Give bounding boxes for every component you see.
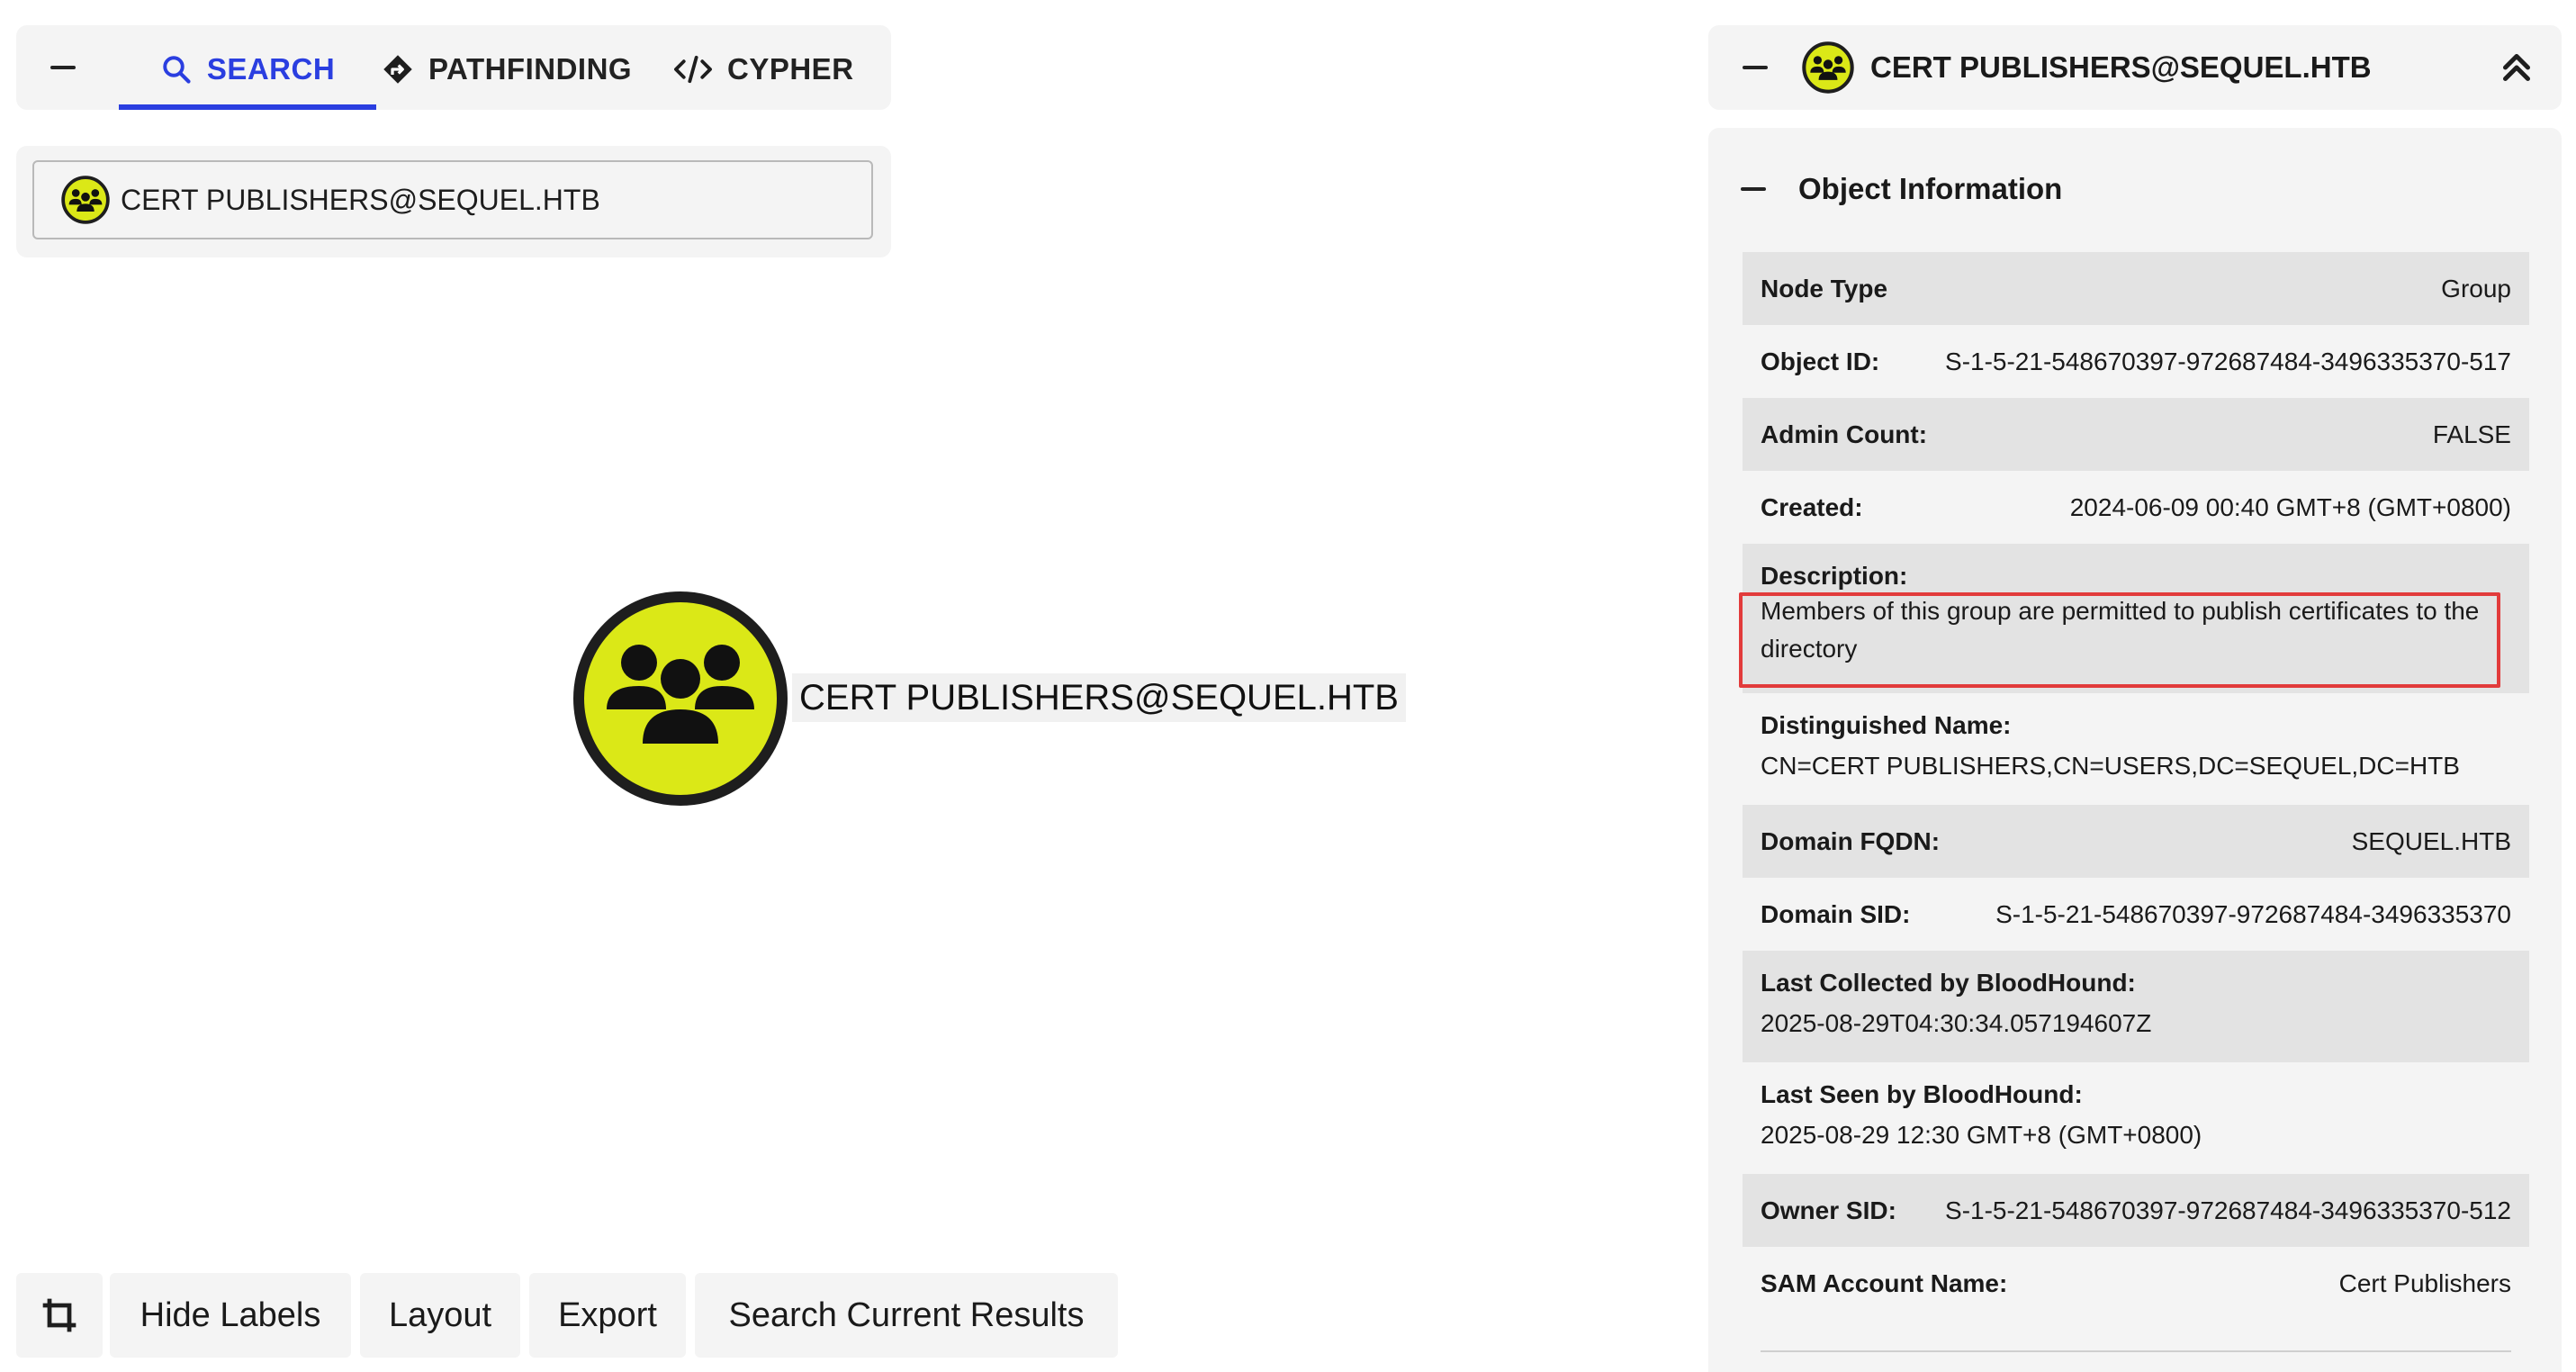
divider <box>1761 1350 2511 1352</box>
tab-pathfinding[interactable]: PATHFINDING <box>378 25 639 110</box>
property-row-node-type: Node Type Group <box>1743 252 2529 325</box>
property-value: Cert Publishers <box>2338 1268 2511 1297</box>
chevron-double-up-icon[interactable] <box>2493 45 2540 90</box>
crop-icon <box>42 1298 77 1332</box>
crop-button[interactable] <box>16 1273 103 1358</box>
group-icon <box>1802 41 1854 94</box>
export-button[interactable]: Export <box>529 1273 686 1358</box>
property-key: Object ID: <box>1761 347 1880 375</box>
graph-node-group[interactable] <box>572 591 788 807</box>
minus-icon <box>50 66 76 69</box>
object-information-heading: Object Information <box>1798 172 2063 205</box>
property-row-created: Created: 2024-06-09 00:40 GMT+8 (GMT+080… <box>1743 471 2529 544</box>
property-row-sam-account-name: SAM Account Name: Cert Publishers <box>1743 1247 2529 1320</box>
group-icon <box>61 176 110 224</box>
property-row-last-seen: Last Seen by BloodHound: 2025-08-29 12:3… <box>1743 1062 2529 1174</box>
property-value: 2024-06-09 00:40 GMT+8 (GMT+0800) <box>2069 492 2511 521</box>
property-list: Node Type Group Object ID: S-1-5-21-5486… <box>1743 252 2529 1320</box>
search-icon <box>163 56 191 84</box>
property-row-distinguished-name: Distinguished Name: CN=CERT PUBLISHERS,C… <box>1743 693 2529 805</box>
tab-search[interactable]: SEARCH <box>119 25 376 110</box>
property-row-admin-count: Admin Count: FALSE <box>1743 398 2529 471</box>
property-value: Group <box>2441 274 2511 302</box>
tab-pathfinding-label: PATHFINDING <box>428 52 633 86</box>
property-key: Domain FQDN: <box>1761 826 1941 855</box>
diamond-directions-icon <box>383 55 412 84</box>
property-key: Node Type <box>1761 274 1888 302</box>
tab-search-label: SEARCH <box>206 52 336 86</box>
property-value: 2025-08-29 12:30 GMT+8 (GMT+0800) <box>1761 1121 2202 1149</box>
property-value: SEQUEL.HTB <box>2351 826 2511 855</box>
property-key: Owner SID: <box>1761 1196 1896 1224</box>
property-key: Domain SID: <box>1761 899 1911 928</box>
collapse-entity-panel-button[interactable] <box>1726 25 1784 110</box>
description-highlight-box <box>1739 592 2500 688</box>
property-key: Last Collected by BloodHound: <box>1761 969 2136 997</box>
property-key: SAM Account Name: <box>1761 1268 2008 1297</box>
search-input-value: CERT PUBLISHERS@SEQUEL.HTB <box>121 183 600 216</box>
property-key: Admin Count: <box>1761 420 1928 448</box>
collapse-search-panel-button[interactable] <box>27 25 99 110</box>
collapse-object-information-button[interactable] <box>1734 162 1773 216</box>
layout-button[interactable]: Layout <box>360 1273 520 1358</box>
minus-icon <box>1741 187 1766 191</box>
property-value: S-1-5-21-548670397-972687484-3496335370-… <box>1945 1196 2511 1224</box>
code-icon <box>674 55 712 84</box>
property-row-domain-fqdn: Domain FQDN: SEQUEL.HTB <box>1743 805 2529 878</box>
tab-cypher-label: CYPHER <box>727 52 854 86</box>
property-key: Created: <box>1761 492 1863 521</box>
graph-node-label: CERT PUBLISHERS@SEQUEL.HTB <box>792 673 1406 722</box>
property-value: S-1-5-21-548670397-972687484-3496335370 <box>1995 899 2511 928</box>
search-input[interactable]: CERT PUBLISHERS@SEQUEL.HTB <box>32 160 873 239</box>
property-value: CN=CERT PUBLISHERS,CN=USERS,DC=SEQUEL,DC… <box>1761 752 2460 780</box>
property-value: S-1-5-21-548670397-972687484-3496335370-… <box>1945 347 2511 375</box>
property-key: Description: <box>1761 562 1908 590</box>
property-row-last-collected: Last Collected by BloodHound: 2025-08-29… <box>1743 951 2529 1062</box>
property-value: FALSE <box>2432 420 2511 448</box>
search-current-results-button[interactable]: Search Current Results <box>695 1273 1118 1358</box>
property-row-object-id: Object ID: S-1-5-21-548670397-972687484-… <box>1743 325 2529 398</box>
entity-panel-title: CERT PUBLISHERS@SEQUEL.HTB <box>1870 50 2372 84</box>
property-key: Last Seen by BloodHound: <box>1761 1080 2083 1108</box>
property-key: Distinguished Name: <box>1761 711 2012 739</box>
hide-labels-button[interactable]: Hide Labels <box>110 1273 351 1358</box>
property-row-domain-sid: Domain SID: S-1-5-21-548670397-972687484… <box>1743 878 2529 951</box>
minus-icon <box>1743 66 1768 69</box>
property-row-owner-sid: Owner SID: S-1-5-21-548670397-972687484-… <box>1743 1174 2529 1247</box>
property-value: 2025-08-29T04:30:34.057194607Z <box>1761 1009 2152 1037</box>
tab-cypher[interactable]: CYPHER <box>673 25 880 110</box>
